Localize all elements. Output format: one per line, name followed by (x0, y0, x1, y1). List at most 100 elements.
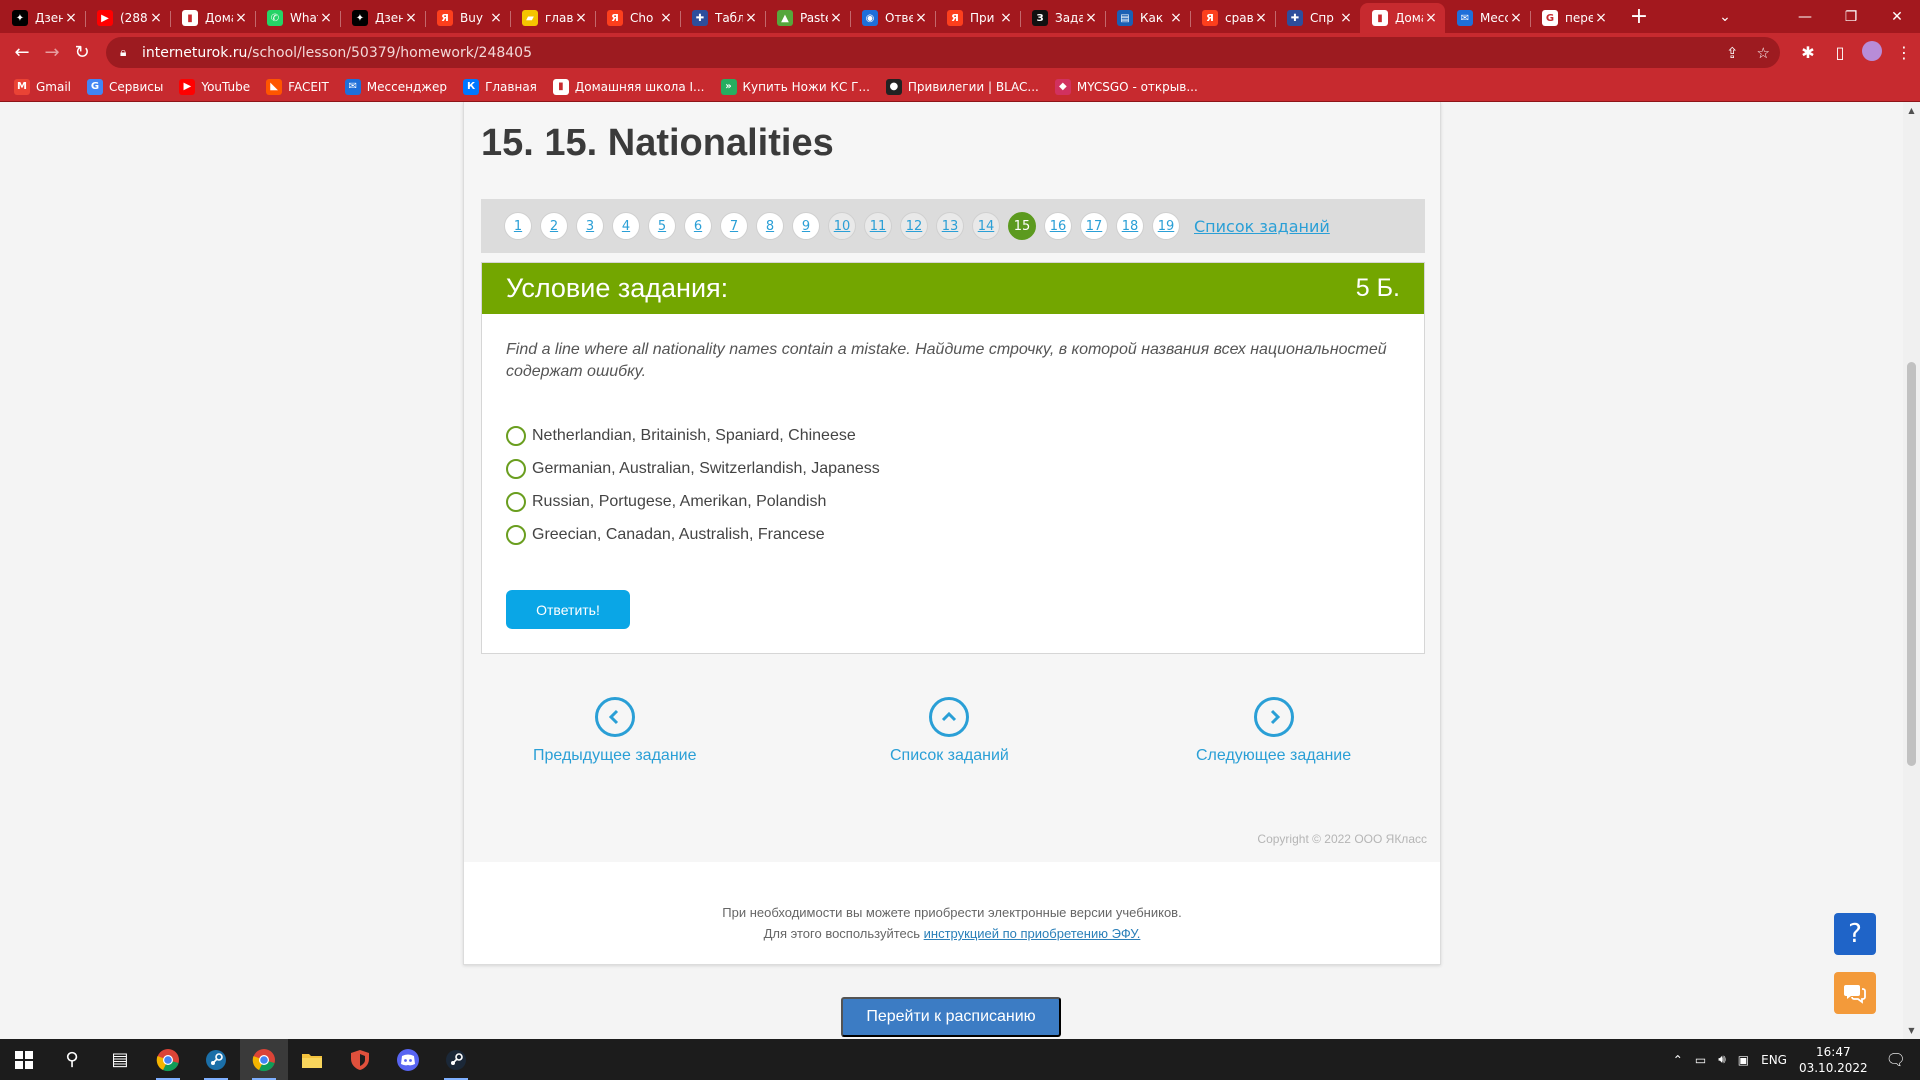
close-tab-icon[interactable]: × (1338, 10, 1354, 26)
browser-tab[interactable]: ▲ Pastebin× (765, 3, 850, 33)
browser-tab[interactable]: ✚ Табл × (680, 3, 765, 33)
close-tab-icon[interactable]: × (828, 10, 844, 26)
help-button[interactable]: ? (1834, 913, 1876, 955)
close-tab-icon[interactable]: × (1168, 10, 1184, 26)
steam-icon[interactable] (192, 1039, 240, 1080)
new-tab-button[interactable]: + (1621, 4, 1657, 29)
tab-search-icon[interactable]: ⌄ (1702, 9, 1748, 25)
back-button[interactable]: ← (7, 42, 37, 63)
windows-start-icon[interactable] (0, 1039, 48, 1080)
browser-tab[interactable]: ✉ Мессенджер× (1445, 3, 1530, 33)
task-page-10[interactable]: 10 (828, 212, 856, 240)
task-page-13[interactable]: 13 (936, 212, 964, 240)
bookmark-item[interactable]: ◣ FACEIT (266, 78, 329, 95)
network-icon[interactable]: ▣ (1738, 1053, 1749, 1067)
task-page-3[interactable]: 3 (576, 212, 604, 240)
page-scrollbar[interactable]: ▲ ▼ (1903, 102, 1920, 1039)
close-tab-icon[interactable]: × (488, 10, 504, 26)
next-task-link[interactable]: Следующее задание (1196, 697, 1351, 765)
chrome-icon[interactable] (144, 1039, 192, 1080)
bookmark-item[interactable]: ● Привилегии | BLAC... (885, 78, 1039, 95)
close-tab-icon[interactable]: × (1253, 10, 1269, 26)
browser-tab[interactable]: ▮ Домашняя× (170, 3, 255, 33)
bookmark-item[interactable]: » Купить Ножи КС Г... (720, 78, 870, 95)
answer-option[interactable]: Greecian, Canadan, Australish, Francese (506, 518, 880, 551)
tray-device-icon[interactable]: ▭ (1695, 1053, 1706, 1067)
task-list-link[interactable]: Список заданий (890, 697, 1009, 765)
task-page-12[interactable]: 12 (900, 212, 928, 240)
scroll-down-icon[interactable]: ▼ (1903, 1026, 1920, 1035)
task-page-14[interactable]: 14 (972, 212, 1000, 240)
browser-tab[interactable]: З Задачи× (1020, 3, 1105, 33)
bookmark-item[interactable]: G Сервисы (87, 78, 163, 95)
task-list-pager-link[interactable]: Список заданий (1194, 217, 1330, 236)
browser-tab[interactable]: Я При × (935, 3, 1020, 33)
extensions-icon[interactable]: ✱ (1792, 43, 1824, 62)
minimize-button[interactable]: — (1782, 9, 1828, 25)
bookmark-item[interactable]: ▮ Домашняя школа I... (552, 78, 705, 95)
task-page-15[interactable]: 15 (1008, 212, 1036, 240)
search-icon[interactable]: ⚲ (48, 1039, 96, 1080)
reload-button[interactable]: ↻ (67, 42, 97, 63)
chrome-active-icon[interactable] (240, 1039, 288, 1080)
close-tab-icon[interactable]: × (1508, 10, 1524, 26)
share-icon[interactable]: ⇪ (1726, 44, 1739, 62)
radio-button[interactable] (506, 425, 526, 446)
radio-button[interactable] (506, 524, 526, 545)
restore-button[interactable]: ❐ (1828, 9, 1874, 25)
close-window-button[interactable]: ✕ (1874, 9, 1920, 25)
volume-icon[interactable]: 🔊︎ (1718, 1052, 1726, 1067)
address-bar[interactable]: 🔒︎ interneturok.ru/school/lesson/50379/h… (106, 37, 1780, 68)
bookmark-item[interactable]: ▶ YouTube (179, 78, 250, 95)
close-tab-icon[interactable]: × (998, 10, 1014, 26)
bookmark-item[interactable]: К Главная (463, 78, 537, 95)
close-tab-icon[interactable]: × (743, 10, 759, 26)
task-page-18[interactable]: 18 (1116, 212, 1144, 240)
task-page-7[interactable]: 7 (720, 212, 748, 240)
close-tab-icon[interactable]: × (573, 10, 589, 26)
side-panel-icon[interactable]: ▯ (1824, 43, 1856, 62)
answer-option[interactable]: Germanian, Australian, Switzerlandish, J… (506, 452, 880, 485)
task-page-6[interactable]: 6 (684, 212, 712, 240)
browser-tab[interactable]: ▮ Домашнее× (1360, 3, 1445, 33)
browser-tab[interactable]: ✆ WhatsApp× (255, 3, 340, 33)
close-tab-icon[interactable]: × (403, 10, 419, 26)
language-indicator[interactable]: ENG (1761, 1053, 1787, 1067)
browser-tab[interactable]: ✚ Спр × (1275, 3, 1360, 33)
scroll-up-icon[interactable]: ▲ (1903, 106, 1920, 115)
forward-button[interactable]: → (37, 42, 67, 63)
close-tab-icon[interactable]: × (233, 10, 249, 26)
task-page-9[interactable]: 9 (792, 212, 820, 240)
go-to-schedule-button[interactable]: Перейти к расписанию (841, 997, 1061, 1037)
task-page-19[interactable]: 19 (1152, 212, 1180, 240)
prev-task-link[interactable]: Предыдущее задание (533, 697, 696, 765)
close-tab-icon[interactable]: × (1083, 10, 1099, 26)
browser-tab[interactable]: Я Buy × (425, 3, 510, 33)
close-tab-icon[interactable]: × (148, 10, 164, 26)
close-tab-icon[interactable]: × (1423, 10, 1439, 26)
browser-tab[interactable]: ▤ Как × (1105, 3, 1190, 33)
bookmark-star-icon[interactable]: ☆ (1757, 44, 1770, 62)
browser-tab[interactable]: ▰ главная× (510, 3, 595, 33)
bookmark-item[interactable]: M Gmail (14, 78, 71, 95)
task-page-8[interactable]: 8 (756, 212, 784, 240)
task-view-icon[interactable]: ▤ (96, 1039, 144, 1080)
task-page-17[interactable]: 17 (1080, 212, 1108, 240)
task-page-16[interactable]: 16 (1044, 212, 1072, 240)
menu-icon[interactable]: ⋮ (1888, 43, 1920, 62)
close-tab-icon[interactable]: × (63, 10, 79, 26)
task-page-5[interactable]: 5 (648, 212, 676, 240)
answer-option[interactable]: Netherlandian, Britainish, Spaniard, Chi… (506, 419, 880, 452)
task-page-1[interactable]: 1 (504, 212, 532, 240)
browser-tab[interactable]: ✦ Дзен × (0, 3, 85, 33)
clock[interactable]: 16:47 03.10.2022 (1799, 1044, 1868, 1076)
chat-button[interactable] (1834, 972, 1876, 1014)
scrollbar-thumb[interactable] (1907, 362, 1916, 766)
radio-button[interactable] (506, 491, 526, 512)
shield-icon[interactable] (336, 1039, 384, 1080)
profile-avatar[interactable] (1856, 40, 1888, 65)
steam-running-icon[interactable] (432, 1039, 480, 1080)
task-page-2[interactable]: 2 (540, 212, 568, 240)
bookmark-item[interactable]: ◆ MYCSGO - открыв... (1054, 78, 1198, 95)
browser-tab[interactable]: ▶ (288)× (85, 3, 170, 33)
